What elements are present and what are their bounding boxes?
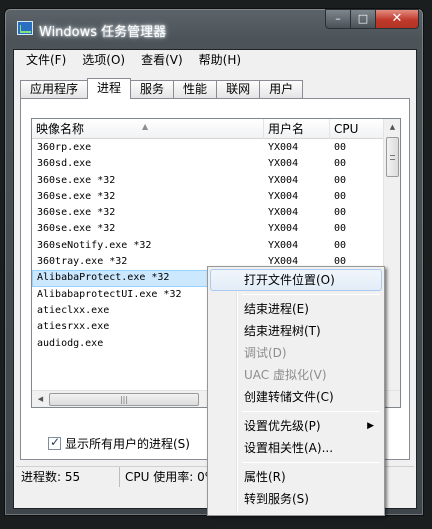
show-all-users-checkbox[interactable] bbox=[48, 435, 61, 450]
menu-separator bbox=[242, 411, 380, 412]
list-header: ▲ 映像名称 用户名 CPU bbox=[32, 119, 384, 139]
column-user-name[interactable]: 用户名 bbox=[264, 119, 330, 139]
user-name-cell: YX004 bbox=[268, 158, 299, 170]
context-menu-item-label: UAC 虚拟化(V) bbox=[244, 368, 327, 382]
context-menu-item-label: 设置相关性(A)... bbox=[244, 441, 334, 455]
process-name-cell: 360seNotify.exe *32 bbox=[37, 239, 152, 251]
process-name-cell: 360se.exe *32 bbox=[37, 223, 116, 235]
tab-processes[interactable]: 进程 bbox=[87, 78, 132, 99]
minimize-button[interactable]: – bbox=[325, 9, 351, 29]
close-button[interactable]: ✕ bbox=[375, 9, 419, 29]
cpu-cell: 00 bbox=[334, 174, 347, 186]
scroll-left-icon[interactable]: ◀ bbox=[32, 391, 49, 407]
status-process-count: 进程数: 55 bbox=[16, 467, 120, 487]
menu-separator bbox=[242, 294, 380, 295]
context-menu-item[interactable]: 设置优先级(P) ▶ bbox=[210, 415, 382, 437]
table-row[interactable]: 360se.exe *32 YX004 00 bbox=[32, 189, 384, 205]
context-menu-item[interactable]: 属性(R) bbox=[210, 466, 382, 488]
table-row[interactable]: 360se.exe *32 YX004 00 bbox=[32, 221, 384, 237]
task-manager-icon bbox=[17, 21, 33, 35]
context-menu-item[interactable]: 转到服务(S) bbox=[210, 488, 382, 510]
process-name-cell: atieclxx.exe bbox=[37, 304, 110, 316]
cpu-cell: 00 bbox=[334, 223, 347, 235]
tab-applications[interactable]: 应用程序 bbox=[20, 80, 89, 99]
submenu-arrow-icon: ▶ bbox=[367, 421, 374, 431]
horizontal-scroll-thumb[interactable]: ||| bbox=[49, 393, 199, 406]
table-row[interactable]: 360seNotify.exe *32 YX004 00 bbox=[32, 238, 384, 254]
context-menu-item: UAC 虚拟化(V) bbox=[210, 364, 382, 386]
column-image-name[interactable]: ▲ 映像名称 bbox=[32, 119, 264, 139]
process-name-cell: audiodg.exe bbox=[37, 337, 104, 349]
context-menu-item: 调试(D) bbox=[210, 342, 382, 364]
tab-performance[interactable]: 性能 bbox=[173, 80, 218, 99]
context-menu-item-label: 创建转储文件(C) bbox=[244, 390, 334, 404]
maximize-button[interactable]: □ bbox=[350, 9, 376, 29]
process-name-cell: 360rp.exe bbox=[37, 142, 92, 153]
context-menu-item-label: 打开文件位置(O) bbox=[244, 273, 335, 287]
cpu-cell: 00 bbox=[334, 158, 347, 170]
context-menu-item[interactable]: 结束进程(E) bbox=[210, 298, 382, 320]
context-menu-item-label: 结束进程(E) bbox=[244, 302, 309, 316]
column-image-name-label: 映像名称 bbox=[36, 122, 85, 136]
process-name-cell: 360sd.exe bbox=[37, 158, 92, 170]
context-menu-item-label: 属性(R) bbox=[244, 470, 286, 484]
context-menu-item[interactable]: 创建转储文件(C) bbox=[210, 386, 382, 408]
vertical-scroll-thumb[interactable] bbox=[386, 137, 399, 177]
context-menu-item-label: 设置优先级(P) bbox=[244, 419, 321, 433]
cpu-cell: 00 bbox=[334, 190, 347, 202]
context-menu-item[interactable]: 打开文件位置(O) bbox=[210, 269, 382, 291]
process-name-cell: 360tray.exe *32 bbox=[37, 256, 128, 268]
user-name-cell: YX004 bbox=[268, 190, 299, 202]
context-menu-item[interactable]: 结束进程树(T) bbox=[210, 320, 382, 342]
process-name-cell: atiesrxx.exe bbox=[37, 321, 110, 333]
menu-bar: 文件(F) 选项(O) 查看(V) 帮助(H) bbox=[14, 50, 416, 70]
user-name-cell: YX004 bbox=[268, 142, 299, 153]
menu-help[interactable]: 帮助(H) bbox=[191, 50, 249, 70]
sort-up-icon: ▲ bbox=[142, 122, 149, 131]
show-all-users-option[interactable]: 显示所有用户的进程(S) bbox=[48, 435, 190, 452]
tab-strip: 应用程序 进程 服务 性能 联网 用户 bbox=[20, 78, 304, 99]
tab-services[interactable]: 服务 bbox=[130, 80, 175, 99]
menu-view[interactable]: 查看(V) bbox=[133, 50, 191, 70]
table-row[interactable]: 360sd.exe YX004 00 bbox=[32, 156, 384, 172]
user-name-cell: YX004 bbox=[268, 174, 299, 186]
table-row[interactable]: 360se.exe *32 YX004 00 bbox=[32, 205, 384, 221]
context-menu-item[interactable]: 设置相关性(A)... bbox=[210, 437, 382, 459]
context-menu: 打开文件位置(O) 结束进程(E) 结束进程树(T) 调试(D) UAC 虚拟化(V) 创… bbox=[207, 266, 385, 516]
tab-networking[interactable]: 联网 bbox=[216, 80, 261, 99]
user-name-cell: YX004 bbox=[268, 223, 299, 235]
show-all-users-label: 显示所有用户的进程(S) bbox=[65, 437, 190, 451]
column-cpu[interactable]: CPU bbox=[330, 119, 384, 139]
menu-options[interactable]: 选项(O) bbox=[74, 50, 133, 70]
cpu-cell: 00 bbox=[334, 142, 347, 153]
context-menu-item-label: 转到服务(S) bbox=[244, 492, 309, 506]
context-menu-item-label: 结束进程树(T) bbox=[244, 324, 321, 338]
process-name-cell: 360se.exe *32 bbox=[37, 190, 116, 202]
user-name-cell: YX004 bbox=[268, 207, 299, 219]
process-name-cell: AlibabaprotectUI.exe *32 bbox=[37, 288, 182, 300]
user-name-cell: YX004 bbox=[268, 239, 299, 251]
cpu-cell: 00 bbox=[334, 207, 347, 219]
process-name-cell: 360se.exe *32 bbox=[37, 174, 116, 186]
process-name-cell: 360se.exe *32 bbox=[37, 207, 116, 219]
cpu-cell: 00 bbox=[334, 239, 347, 251]
title-bar[interactable]: Windows 任务管理器 – □ ✕ bbox=[5, 9, 423, 47]
vertical-scrollbar[interactable]: ▲ bbox=[383, 119, 400, 391]
scroll-up-icon[interactable]: ▲ bbox=[384, 119, 400, 135]
tab-users[interactable]: 用户 bbox=[259, 80, 304, 99]
menu-file[interactable]: 文件(F) bbox=[18, 50, 74, 70]
table-row[interactable]: 360rp.exe YX004 00 bbox=[32, 140, 384, 156]
table-row[interactable]: 360se.exe *32 YX004 00 bbox=[32, 173, 384, 189]
process-name-cell: AlibabaProtect.exe *32 bbox=[37, 272, 170, 284]
menu-separator bbox=[242, 462, 380, 463]
context-menu-item-label: 调试(D) bbox=[244, 346, 287, 360]
window-title: Windows 任务管理器 bbox=[39, 25, 167, 40]
